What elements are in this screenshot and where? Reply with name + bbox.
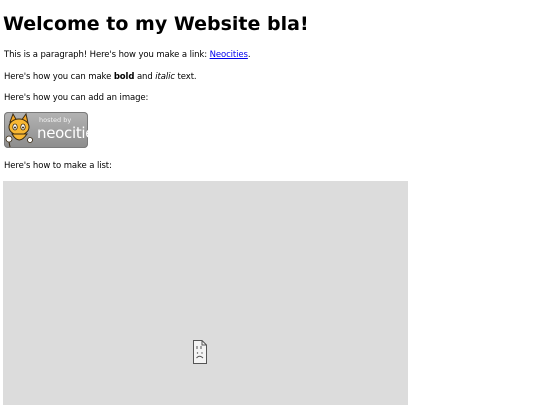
embedded-content-frame[interactable] bbox=[3, 181, 408, 405]
neocities-cat-logo-icon bbox=[5, 112, 33, 148]
paragraph-list: Here's how to make a list: bbox=[4, 161, 112, 171]
bold-text: bold bbox=[113, 72, 135, 82]
formatting-text-end: text. bbox=[174, 72, 197, 82]
page-heading: Welcome to my Website bla! bbox=[3, 13, 309, 35]
paragraph-link-end: . bbox=[247, 50, 251, 60]
hosted-by-neocities-badge: hosted by neocities bbox=[4, 112, 88, 148]
paragraph-link-text: This is a paragraph! Here's how you make… bbox=[4, 50, 210, 60]
neocities-link[interactable]: Neocities bbox=[210, 50, 248, 60]
badge-brand-text: neocities bbox=[37, 124, 88, 142]
paragraph-formatting: Here's how you can make bold and italic … bbox=[4, 71, 197, 83]
broken-plugin-icon bbox=[193, 340, 207, 364]
paragraph-link: This is a paragraph! Here's how you make… bbox=[4, 49, 251, 61]
formatting-text-mid: and bbox=[134, 72, 156, 82]
formatting-text-start: Here's how you can make bbox=[4, 72, 114, 82]
paragraph-image: Here's how you can add an image: bbox=[4, 93, 149, 103]
italic-text: italic bbox=[155, 72, 175, 82]
